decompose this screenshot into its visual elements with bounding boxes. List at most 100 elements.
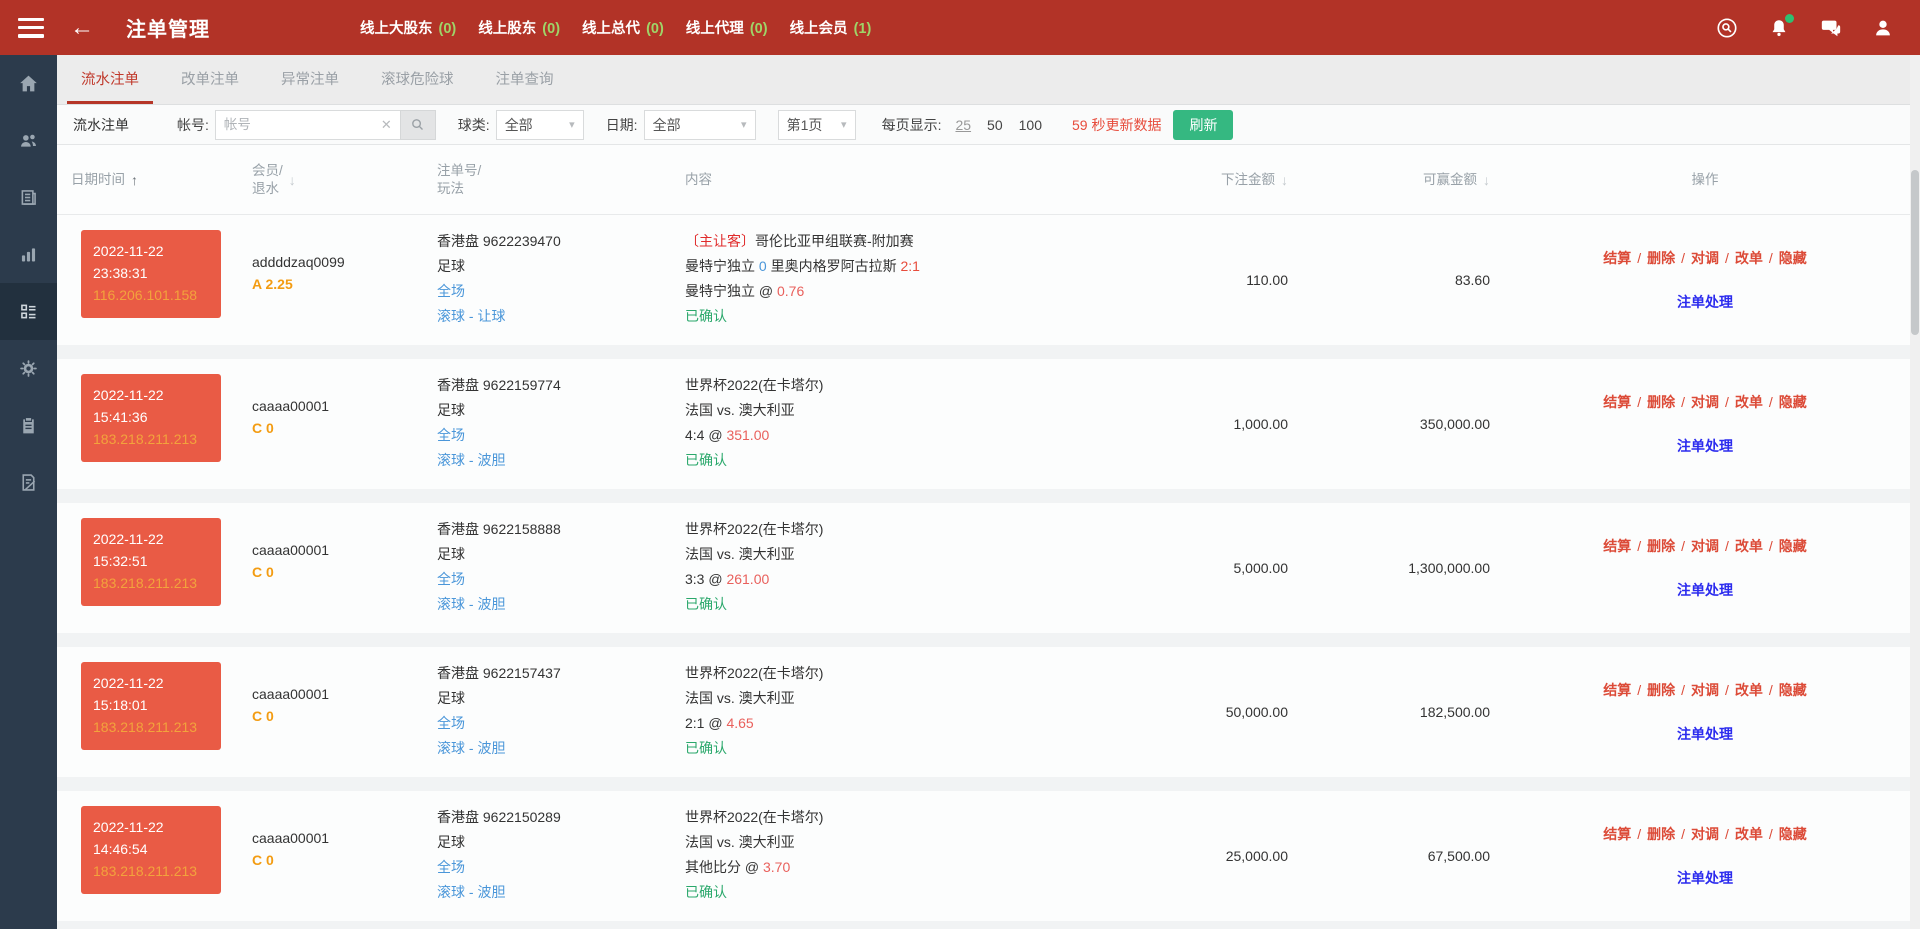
order-process-link[interactable]: 注单处理 <box>1677 868 1733 888</box>
messages-icon[interactable] <box>1820 17 1842 39</box>
pagesize-50[interactable]: 50 <box>987 117 1003 133</box>
status-confirmed: 已确认 <box>685 448 1128 473</box>
hide-link[interactable]: 隐藏 <box>1779 538 1807 554</box>
ip-address: 116.206.101.158 <box>93 284 209 306</box>
header-bet-amount[interactable]: 下注金额↓ <box>1128 145 1288 214</box>
delete-link[interactable]: 删除 <box>1647 250 1675 266</box>
team-b: 里奥内格罗阿古拉斯 <box>771 258 897 274</box>
swap-link[interactable]: 对调 <box>1691 538 1719 554</box>
scope-link[interactable]: 全场 <box>437 567 685 592</box>
refresh-button[interactable]: 刷新 <box>1173 110 1233 140</box>
page-select[interactable]: 第1页▾ <box>778 110 856 140</box>
topnav-online-shareholder[interactable]: 线上股东 (0) <box>478 17 560 38</box>
play-type-link[interactable]: 滚球 - 波胆 <box>437 880 685 905</box>
sidebar-item-reports[interactable] <box>0 169 57 226</box>
pagesize-25[interactable]: 25 <box>955 117 971 133</box>
sidebar-item-orders[interactable] <box>0 283 57 340</box>
settle-link[interactable]: 结算 <box>1603 250 1631 266</box>
chevron-down-icon: ▾ <box>741 118 747 131</box>
bet-date: 2022-11-22 <box>93 384 209 406</box>
order-process-link[interactable]: 注单处理 <box>1677 436 1733 456</box>
play-type-link[interactable]: 滚球 - 波胆 <box>437 736 685 761</box>
row-divider <box>57 633 1920 647</box>
scope-link[interactable]: 全场 <box>437 711 685 736</box>
tab-order-query[interactable]: 注单查询 <box>482 55 568 104</box>
search-circle-icon[interactable] <box>1716 17 1738 39</box>
team-a: 法国 vs. 澳大利亚 <box>685 546 795 562</box>
modify-link[interactable]: 改单 <box>1735 394 1763 410</box>
bet-date: 2022-11-22 <box>93 240 209 262</box>
vertical-scrollbar[interactable] <box>1910 55 1920 929</box>
hide-link[interactable]: 隐藏 <box>1779 826 1807 842</box>
settle-link[interactable]: 结算 <box>1603 538 1631 554</box>
header-order-no-playtype: 注单号/ 玩法 <box>437 145 685 214</box>
topnav-online-member[interactable]: 线上会员 (1) <box>790 17 872 38</box>
hamburger-menu-icon[interactable] <box>18 18 44 38</box>
settle-link[interactable]: 结算 <box>1603 826 1631 842</box>
modify-link[interactable]: 改单 <box>1735 682 1763 698</box>
tab-flow-orders[interactable]: 流水注单 <box>67 55 153 104</box>
sidebar-item-tasks[interactable] <box>0 397 57 454</box>
play-type-link[interactable]: 滚球 - 让球 <box>437 304 685 329</box>
hide-link[interactable]: 隐藏 <box>1779 250 1807 266</box>
sidebar-item-members[interactable] <box>0 112 57 169</box>
topnav-online-agent[interactable]: 线上代理 (0) <box>686 17 768 38</box>
member-id: caaaa00001 <box>252 539 437 561</box>
order-process-link[interactable]: 注单处理 <box>1677 292 1733 312</box>
sidebar-item-statistics[interactable] <box>0 226 57 283</box>
header-member-rebate[interactable]: 会员/ 退水↓ <box>252 145 437 214</box>
market-order-no: 香港盘 9622239470 <box>437 229 685 254</box>
delete-link[interactable]: 删除 <box>1647 538 1675 554</box>
delete-link[interactable]: 删除 <box>1647 682 1675 698</box>
pagesize-100[interactable]: 100 <box>1019 117 1042 133</box>
date-select[interactable]: 全部▾ <box>644 110 756 140</box>
scope-link[interactable]: 全场 <box>437 279 685 304</box>
hide-link[interactable]: 隐藏 <box>1779 682 1807 698</box>
delete-link[interactable]: 删除 <box>1647 394 1675 410</box>
settle-link[interactable]: 结算 <box>1603 682 1631 698</box>
header-datetime[interactable]: 日期时间↑ <box>57 145 252 214</box>
sidebar-item-settings[interactable] <box>0 340 57 397</box>
topnav-online-general-agent[interactable]: 线上总代 (0) <box>582 17 664 38</box>
user-profile-icon[interactable] <box>1872 17 1894 39</box>
tab-inplay-danger[interactable]: 滚球危险球 <box>367 55 468 104</box>
sidebar-item-logs[interactable] <box>0 454 57 511</box>
tab-modified-orders[interactable]: 改单注单 <box>167 55 253 104</box>
settle-link[interactable]: 结算 <box>1603 394 1631 410</box>
sidebar-item-home[interactable] <box>0 55 57 112</box>
modify-link[interactable]: 改单 <box>1735 826 1763 842</box>
ip-address: 183.218.211.213 <box>93 716 209 738</box>
swap-link[interactable]: 对调 <box>1691 682 1719 698</box>
hide-link[interactable]: 隐藏 <box>1779 394 1807 410</box>
modify-link[interactable]: 改单 <box>1735 250 1763 266</box>
status-confirmed: 已确认 <box>685 304 1128 329</box>
notifications-bell-icon[interactable] <box>1768 17 1790 39</box>
account-search-button[interactable] <box>400 110 436 140</box>
sport-select[interactable]: 全部▾ <box>496 110 584 140</box>
rebate-value: C 0 <box>252 705 437 727</box>
bar-chart-icon <box>18 244 39 265</box>
delete-link[interactable]: 删除 <box>1647 826 1675 842</box>
league-name: 哥伦比亚甲组联赛-附加赛 <box>755 233 914 249</box>
tab-abnormal-orders[interactable]: 异常注单 <box>267 55 353 104</box>
scope-link[interactable]: 全场 <box>437 855 685 880</box>
scope-link[interactable]: 全场 <box>437 423 685 448</box>
swap-link[interactable]: 对调 <box>1691 394 1719 410</box>
order-process-link[interactable]: 注单处理 <box>1677 724 1733 744</box>
swap-link[interactable]: 对调 <box>1691 250 1719 266</box>
header-win-amount[interactable]: 可赢金额↓ <box>1288 145 1490 214</box>
account-input[interactable] <box>215 110 373 140</box>
swap-link[interactable]: 对调 <box>1691 826 1719 842</box>
back-arrow-icon[interactable]: ← <box>70 16 94 40</box>
order-process-link[interactable]: 注单处理 <box>1677 580 1733 600</box>
modify-link[interactable]: 改单 <box>1735 538 1763 554</box>
topnav-online-major-shareholder[interactable]: 线上大股东 (0) <box>360 17 456 38</box>
row-divider <box>57 489 1920 503</box>
member-id: caaaa00001 <box>252 827 437 849</box>
play-type-link[interactable]: 滚球 - 波胆 <box>437 592 685 617</box>
play-type-link[interactable]: 滚球 - 波胆 <box>437 448 685 473</box>
bet-date: 2022-11-22 <box>93 672 209 694</box>
scrollbar-thumb[interactable] <box>1911 170 1919 335</box>
clear-input-icon[interactable]: ✕ <box>373 110 400 140</box>
market-order-no: 香港盘 9622159774 <box>437 373 685 398</box>
